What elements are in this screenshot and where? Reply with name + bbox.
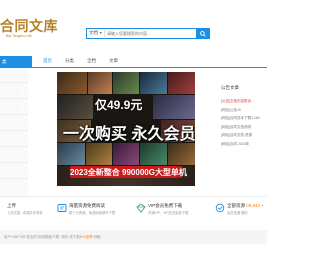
category-divider <box>0 114 28 115</box>
logo-english-text: Bai Tongzhu Life <box>6 34 32 38</box>
site-header: 合同文库 Bai Tongzhu Life 文档▼ <box>0 0 267 52</box>
feature-desc: 开通VIP，VIP会员免费下载 <box>148 211 189 215</box>
feature-count: 00,642 + <box>246 203 264 208</box>
feature-title: 上传 <box>7 203 16 208</box>
nav-item-articles[interactable]: 文章 <box>109 58 131 64</box>
notice-suffix: 领取 <box>92 235 101 239</box>
game-cover-tile <box>57 95 93 119</box>
feature-title: VIP会员免费下载 <box>148 203 183 208</box>
reading-icon <box>56 202 67 213</box>
category-menu-button[interactable]: 类 <box>0 56 32 68</box>
search-input[interactable] <box>107 29 187 38</box>
announcement-item[interactable]: [网站]公告10 <box>221 106 267 115</box>
chevron-right-icon[interactable]: › <box>17 90 18 95</box>
game-cover-tile <box>168 72 195 94</box>
category-divider <box>0 130 28 131</box>
announcement-item[interactable]: [网站]合同范本下载3 160 <box>221 114 267 123</box>
game-cover-tile <box>86 143 112 165</box>
category-menu-label: 类 <box>2 59 7 64</box>
feature-free-reading[interactable]: 海量资源免费阅读 数十万资源，免费阅读即时下载 <box>56 202 122 222</box>
search-scope-label: 文档 <box>89 30 98 35</box>
game-cover-tile <box>113 143 139 165</box>
feature-desc: 数十万资源，免费阅读即时下载 <box>69 211 116 215</box>
category-divider <box>0 146 28 147</box>
announcement-item[interactable]: [公告]文档内容投诉... <box>221 97 267 106</box>
banner-subline-badge: 2023全新整合 990000G大型单机 <box>70 166 187 178</box>
game-cover-tile <box>57 72 87 94</box>
logo-chinese-text: 合同文库 <box>0 19 58 35</box>
category-sidebar: › › <box>0 68 28 196</box>
feature-all-resources[interactable]: 全部资源 00,642 + 会员资源 随时 <box>214 202 267 222</box>
feature-upload[interactable]: 上传 上传文档...资源共享有奖 <box>0 202 56 222</box>
section-divider <box>0 196 267 197</box>
game-cover-tile <box>153 95 195 119</box>
game-cover-tile <box>57 143 85 165</box>
feature-desc: 会员资源 随时 <box>227 211 248 215</box>
search-scope-select[interactable]: 文档▼ <box>89 30 102 36</box>
category-divider <box>0 178 28 179</box>
chevron-right-icon[interactable]: › <box>17 104 18 109</box>
feature-title: 全部资源 00,642 + <box>227 203 264 209</box>
banner-subline-text: 2023全新整合 990000G大型单机 <box>70 168 187 177</box>
search-icon <box>200 30 206 37</box>
category-divider <box>0 82 28 83</box>
site-logo[interactable]: 合同文库 Bai Tongzhu Life <box>0 16 58 42</box>
nav-item-all-docs[interactable]: 全档 <box>87 58 109 64</box>
resources-icon <box>214 202 225 213</box>
category-divider <box>0 98 28 99</box>
announcement-title: 公告文章 <box>221 85 239 90</box>
main-nav: 首页 分类 全档 文章 <box>43 58 131 64</box>
vip-diamond-icon <box>135 202 146 213</box>
search-divider <box>104 30 105 37</box>
notice-prefix: 用户"ABFT88"发出的"用例模板下载" 资料 请下载 <box>4 235 80 239</box>
nav-item-categories[interactable]: 分类 <box>65 58 87 64</box>
game-cover-tile <box>113 72 139 94</box>
game-cover-tile <box>140 72 167 94</box>
feature-title-text: 全部资源 <box>227 203 247 208</box>
search-button[interactable] <box>196 28 210 39</box>
feature-desc: 上传文档...资源共享有奖 <box>7 211 43 215</box>
search-bar: 文档▼ <box>86 28 210 39</box>
banner-price-text: 仅49.9元 <box>95 98 143 112</box>
feature-title: 海量资源免费阅读 <box>69 203 105 208</box>
feature-vip-download[interactable]: VIP会员免费下载 开通VIP，VIP会员免费下载 <box>135 202 201 222</box>
announcement-item[interactable]: [网站]合同文档说明 <box>221 123 267 132</box>
notice-text: 用户"ABFT88"发出的"用例模板下载" 资料 请下载8+6全界 领取 <box>4 235 101 240</box>
nav-item-home[interactable]: 首页 <box>43 58 65 64</box>
game-cover-tile <box>168 143 195 165</box>
nav-underline <box>32 67 267 68</box>
chevron-down-icon: ▼ <box>99 31 103 35</box>
category-divider <box>0 162 28 163</box>
announcement-item[interactable]: [网站]合同文档 资源 <box>221 131 267 140</box>
banner-headline: 一次购买 永久会员 <box>63 126 195 143</box>
game-cover-tile <box>140 143 167 165</box>
announcement-panel: 公告文章 [公告]文档内容投诉... [网站]公告10 [网站]合同范本下载3 … <box>221 85 267 149</box>
promo-banner[interactable]: 仅49.9元 一次购买 永久会员 2023全新整合 990000G大型单机 <box>57 72 195 186</box>
notice-link[interactable]: 8+6全界 <box>80 235 93 239</box>
announcement-item[interactable]: [网站]合同 2023年 <box>221 140 267 149</box>
game-cover-tile <box>88 72 112 94</box>
